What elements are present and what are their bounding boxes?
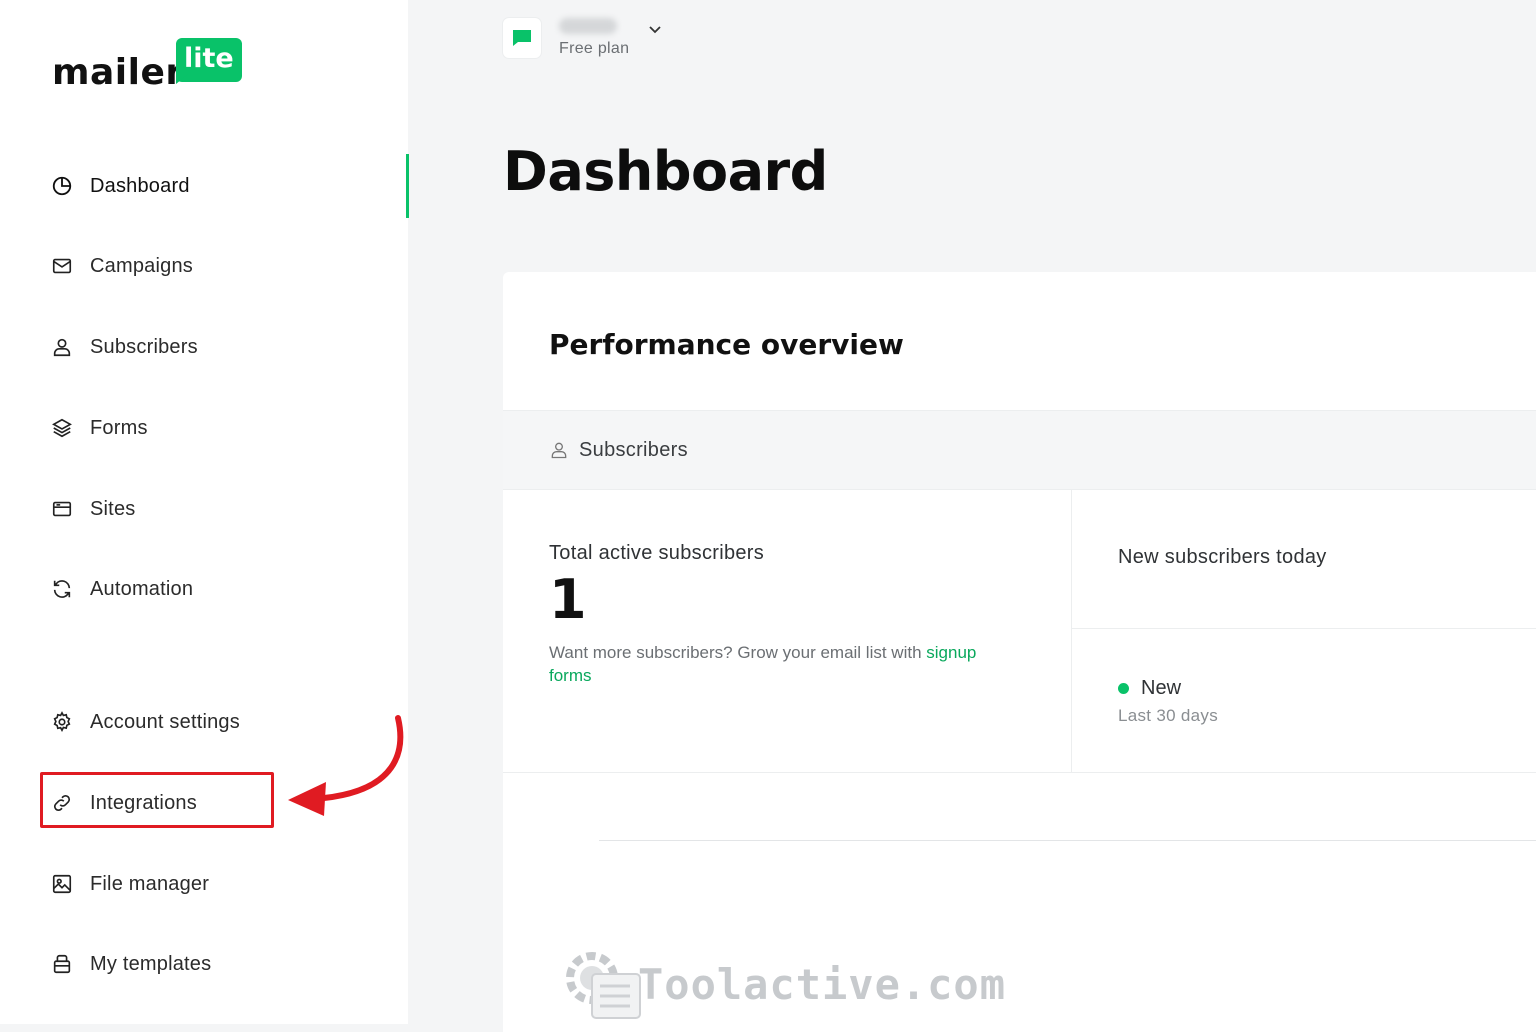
watermark-text: Toolactive.com — [638, 959, 1007, 1009]
total-subscribers-label: Total active subscribers — [549, 542, 765, 564]
sidebar-item-label: Campaigns — [90, 254, 193, 277]
sidebar-item-sites[interactable]: Sites — [50, 489, 350, 529]
account-avatar — [503, 18, 541, 58]
hint-text: Want more subscribers? Grow your email l… — [549, 643, 927, 662]
chat-icon — [513, 30, 531, 46]
legend-period: Last 30 days — [1118, 706, 1218, 725]
annotation-arrow-icon — [288, 715, 404, 816]
dashboard-icon — [50, 174, 74, 198]
active-indicator — [406, 154, 409, 218]
mail-icon — [50, 254, 74, 278]
total-subscribers-panel: Total active subscribers 1 Want more sub… — [549, 542, 1049, 687]
image-icon — [50, 872, 74, 896]
new-subscribers-today-label: New subscribers today — [1118, 546, 1327, 568]
divider — [503, 772, 1536, 773]
sidebar-item-label: Automation — [90, 577, 194, 600]
gear-icon — [566, 952, 641, 1019]
performance-card: Performance overview Subscribers Total a… — [503, 272, 1536, 1032]
sidebar-item-label: Forms — [90, 416, 148, 439]
integrations-highlight-box — [40, 772, 274, 828]
sidebar-item-subscribers[interactable]: Subscribers — [50, 327, 350, 367]
divider — [1072, 628, 1536, 629]
watermark: Toolactive.com — [556, 944, 1006, 1024]
chart-legend: New Last 30 days — [1118, 677, 1218, 726]
browser-icon — [50, 497, 74, 521]
mailerlite-logo[interactable]: mailer lite — [52, 38, 252, 98]
page-title: Dashboard — [503, 140, 828, 203]
sidebar-item-forms[interactable]: Forms — [50, 408, 350, 448]
account-name-redacted — [559, 18, 617, 34]
account-plan: Free plan — [559, 40, 630, 57]
sidebar-item-label: Account settings — [90, 710, 240, 733]
sidebar-item-dashboard[interactable]: Dashboard — [50, 166, 350, 206]
layers-icon — [50, 416, 74, 440]
tab-label: Subscribers — [579, 438, 688, 461]
total-subscribers-value: 1 — [549, 568, 587, 631]
sidebar-item-campaigns[interactable]: Campaigns — [50, 246, 350, 286]
sidebar-item-label: Sites — [90, 497, 136, 520]
legend-dot-icon — [1118, 683, 1129, 694]
sidebar-item-label: Dashboard — [90, 174, 190, 197]
sidebar-item-label: File manager — [90, 872, 210, 895]
card-title: Performance overview — [549, 328, 904, 361]
subscribers-hint: Want more subscribers? Grow your email l… — [549, 641, 1019, 687]
user-icon — [50, 335, 74, 359]
divider — [1071, 489, 1072, 773]
sidebar-item-my-templates[interactable]: My templates — [50, 944, 350, 984]
gear-icon — [50, 710, 74, 734]
chevron-down-icon[interactable] — [647, 21, 663, 37]
sidebar-item-file-manager[interactable]: File manager — [50, 864, 350, 904]
account-switcher[interactable]: Free plan — [503, 16, 663, 60]
divider — [599, 840, 1536, 841]
legend-name: New — [1141, 677, 1182, 699]
sidebar: mailer lite Dashboard Campaigns Subscrib… — [0, 0, 408, 1024]
refresh-icon — [50, 577, 74, 601]
template-icon — [50, 952, 74, 976]
logo-wordmark: mailer — [52, 52, 184, 93]
metric-tabs: Subscribers — [503, 410, 1536, 490]
sidebar-item-label: My templates — [90, 952, 212, 975]
user-icon — [551, 442, 567, 459]
logo-badge-tail — [176, 74, 188, 84]
tab-subscribers[interactable]: Subscribers — [549, 439, 688, 462]
sidebar-item-label: Subscribers — [90, 335, 198, 358]
sidebar-item-automation[interactable]: Automation — [50, 569, 350, 609]
